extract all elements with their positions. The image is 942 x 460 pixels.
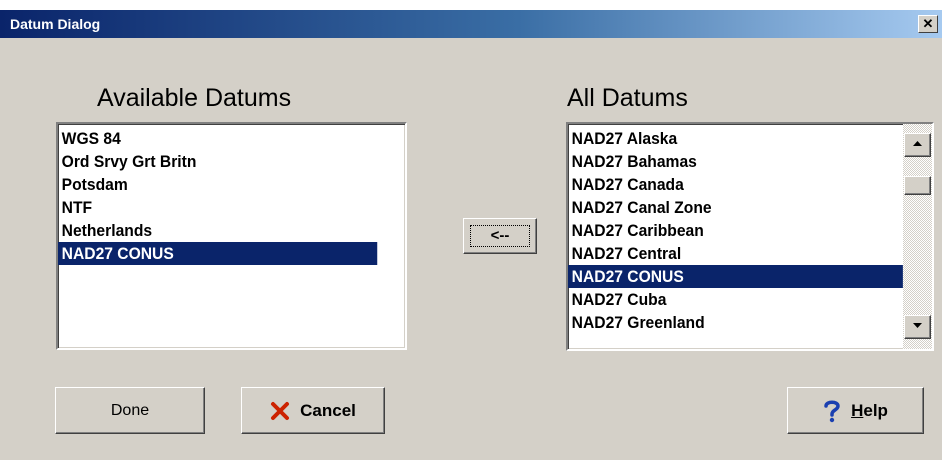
available-datums-list[interactable]: WGS 84 Ord Srvy Grt Britn Potsdam NTF Nether…: [56, 122, 407, 350]
scroll-down-button[interactable]: [904, 315, 931, 339]
list-item[interactable]: NAD27 Canada: [568, 173, 903, 196]
help-button[interactable]: Help: [787, 387, 924, 434]
cancel-button[interactable]: Cancel: [241, 387, 385, 434]
list-item[interactable]: Potsdam: [58, 173, 377, 196]
list-item[interactable]: NAD27 Central: [568, 242, 903, 265]
list-item[interactable]: NAD27 CONUS: [58, 242, 378, 265]
help-label-rest: elp: [863, 400, 888, 420]
arrow-up-icon: [913, 141, 922, 146]
red-x-icon: [271, 401, 290, 420]
list-item[interactable]: Netherlands: [58, 219, 377, 242]
available-datums-heading: Available Datums: [97, 84, 292, 112]
list-item[interactable]: NAD27 Alaska: [568, 127, 903, 150]
close-button[interactable]: ✕: [918, 15, 938, 33]
list-item[interactable]: Ord Srvy Grt Britn: [58, 150, 377, 173]
datum-dialog-window: Datum Dialog ✕ Available Datums All Datu…: [0, 10, 942, 460]
arrow-down-icon: [913, 323, 922, 328]
scroll-up-button[interactable]: [904, 133, 931, 157]
move-to-available-button[interactable]: <--: [463, 218, 537, 254]
all-datums-scrollbar[interactable]: [903, 124, 932, 349]
list-item[interactable]: NTF: [58, 196, 377, 219]
window-title: Datum Dialog: [10, 16, 101, 32]
help-button-label: Help: [851, 401, 888, 421]
cancel-button-label: Cancel: [300, 400, 356, 420]
list-item[interactable]: NAD27 Bahamas: [568, 150, 903, 173]
close-icon: ✕: [922, 16, 934, 31]
all-datums-list[interactable]: NAD27 Alaska NAD27 Bahamas NAD27 Canada NAD…: [566, 122, 934, 351]
done-button-label: Done: [110, 401, 150, 419]
all-datums-heading: All Datums: [567, 84, 688, 112]
list-item[interactable]: NAD27 Canal Zone: [568, 196, 903, 219]
list-item[interactable]: NAD27 Caribbean: [568, 219, 903, 242]
done-button[interactable]: Done: [55, 387, 205, 434]
help-mnemonic: H: [851, 400, 864, 420]
title-bar[interactable]: Datum Dialog ✕: [0, 10, 942, 38]
list-item[interactable]: NAD27 Cuba: [568, 288, 903, 311]
list-item[interactable]: WGS 84: [58, 127, 377, 150]
move-button-label: <--: [470, 225, 530, 247]
list-item[interactable]: NAD27 CONUS: [568, 265, 903, 288]
list-item[interactable]: NAD27 Greenland: [568, 311, 903, 334]
question-mark-icon: [824, 400, 840, 422]
scroll-thumb[interactable]: [904, 176, 931, 195]
